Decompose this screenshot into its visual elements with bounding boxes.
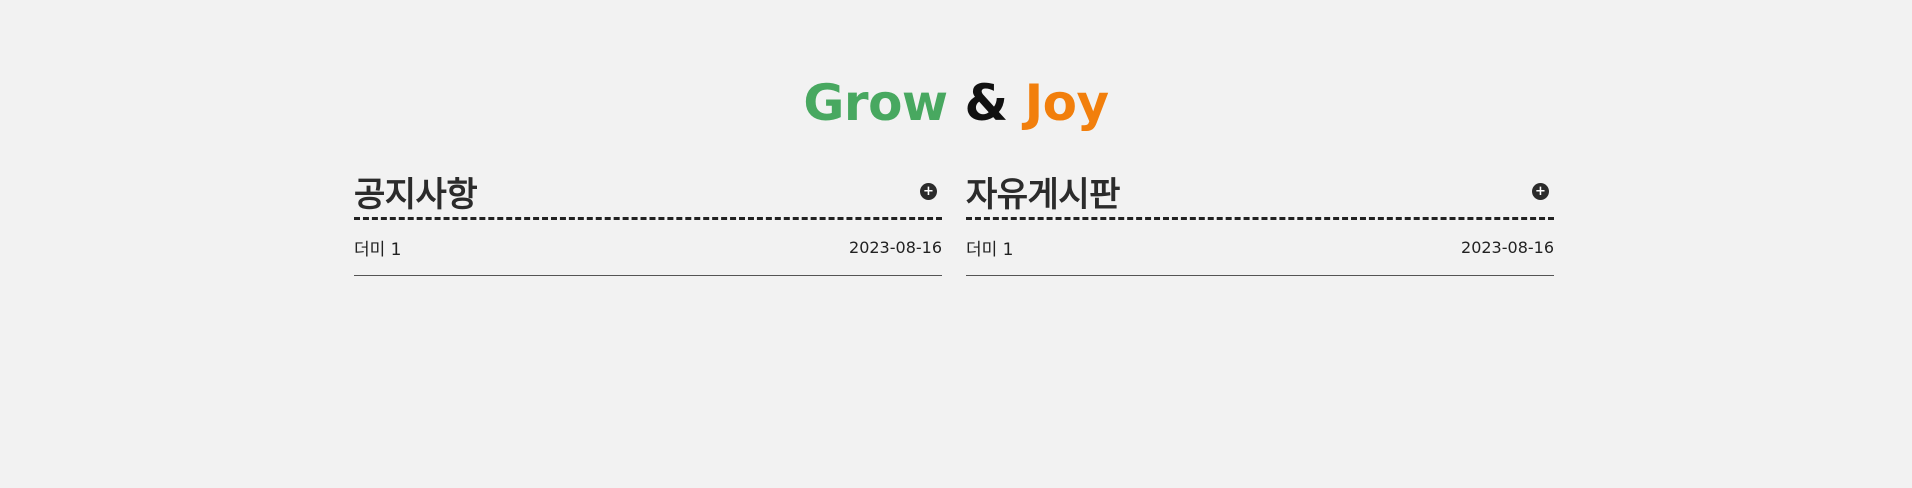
notice-board: 공지사항 + 더미 1 2023-08-16 bbox=[354, 168, 942, 276]
logo-joy: Joy bbox=[1024, 74, 1110, 132]
post-date: 2023-08-16 bbox=[1461, 238, 1554, 257]
logo-ampersand: & bbox=[964, 74, 1009, 132]
post-date: 2023-08-16 bbox=[849, 238, 942, 257]
free-board: 자유게시판 + 더미 1 2023-08-16 bbox=[966, 168, 1554, 276]
board-title: 자유게시판 bbox=[966, 175, 1120, 215]
plus-circle-icon[interactable]: + bbox=[1532, 183, 1549, 200]
list-item[interactable]: 더미 1 2023-08-16 bbox=[966, 220, 1554, 276]
board-header: 자유게시판 + bbox=[966, 168, 1554, 220]
board-header: 공지사항 + bbox=[354, 168, 942, 220]
post-title[interactable]: 더미 1 bbox=[354, 235, 402, 260]
list-item[interactable]: 더미 1 2023-08-16 bbox=[354, 220, 942, 276]
board-title: 공지사항 bbox=[354, 175, 478, 215]
page: Grow & Joy 공지사항 + 더미 1 2023-08-16 자유게시판 … bbox=[0, 0, 1912, 488]
plus-circle-icon[interactable]: + bbox=[920, 183, 937, 200]
post-title[interactable]: 더미 1 bbox=[966, 235, 1014, 260]
boards-container: 공지사항 + 더미 1 2023-08-16 자유게시판 + 더미 1 2023… bbox=[354, 168, 1554, 276]
site-logo[interactable]: Grow & Joy bbox=[0, 70, 1912, 136]
logo-grow: Grow bbox=[803, 74, 948, 132]
